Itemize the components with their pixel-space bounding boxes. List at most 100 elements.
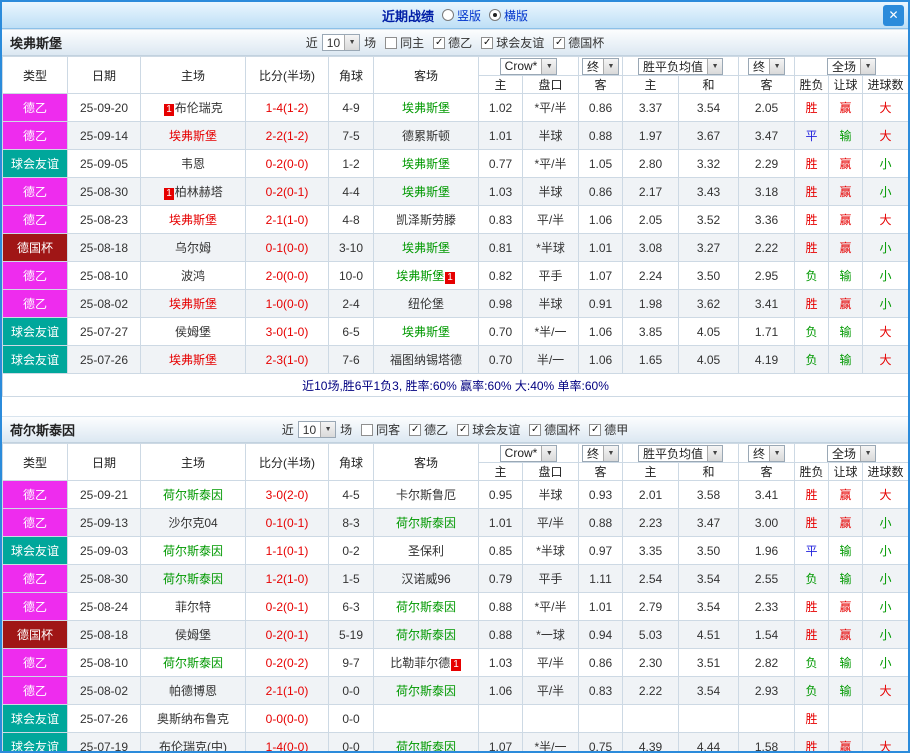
team-section: 埃弗斯堡近 10 ▼ 场同主 ✓ 德乙 ✓ 球会友谊 ✓ 德国杯 类型 日期 主场 比分(半场) 角球 客场 C… xyxy=(2,29,908,397)
league-filter-checkbox[interactable]: 同主 xyxy=(385,34,424,51)
avg-odds-select[interactable]: 胜平负均值 ▼ xyxy=(638,57,724,75)
result-handicap: 赢 xyxy=(828,93,864,122)
league-filter-checkbox[interactable]: ✓ 德甲 xyxy=(589,421,628,438)
away-team-name: 凯泽斯劳滕 xyxy=(395,213,456,227)
away-team-name: 荷尔斯泰因 xyxy=(395,740,456,753)
checkbox-icon: ✓ xyxy=(433,36,446,49)
handicap-away-odds: 0.88 xyxy=(578,508,624,537)
league-filter-checkbox[interactable]: ✓ 球会友谊 xyxy=(457,421,520,438)
result-handicap: 赢 xyxy=(828,149,864,178)
radio-icon xyxy=(489,9,501,21)
team-header: 荷尔斯泰因近 10 ▼ 场同客 ✓ 德乙 ✓ 球会友谊 ✓ 德国杯 ✓ 德甲 xyxy=(2,416,908,443)
result-goals: 小 xyxy=(862,233,908,262)
league-filter-checkbox[interactable]: ✓ 球会友谊 xyxy=(481,34,544,51)
layout-radio-vertical[interactable]: 竖版 xyxy=(441,7,481,24)
avg-away-odds: 3.41 xyxy=(738,289,796,318)
avg-home-odds: 1.65 xyxy=(622,345,680,374)
league-filter-checkbox[interactable]: ✓ 德乙 xyxy=(433,34,472,51)
match-date: 25-08-02 xyxy=(67,676,141,705)
avg-draw-odds: 3.54 xyxy=(678,564,740,593)
checkbox-icon: ✓ xyxy=(529,423,542,436)
result-handicap: 输 xyxy=(828,676,864,705)
match-type-badge: 球会友谊 xyxy=(2,317,68,346)
avg-odds-select[interactable]: 胜平负均值 ▼ xyxy=(638,444,724,462)
match-row: 德乙 25-08-30 1 柏林赫塔 0-2(0-1) 4-4 埃弗斯堡 1.03 半球 0.86… xyxy=(2,177,908,206)
result-outcome: 胜 xyxy=(794,592,830,621)
home-team-name: 侯姆堡 xyxy=(174,325,211,339)
home-team-name: 韦恩 xyxy=(180,157,205,171)
results-table: 类型 日期 主场 比分(半场) 角球 客场 Crow* ▼ 终 ▼ 胜平负均值 ▼ 终 ▼ 全场 ▼ 主盘口客主… xyxy=(2,443,908,753)
handicap-line: 平/半 xyxy=(521,676,580,705)
corner-count: 5-19 xyxy=(328,620,374,649)
avg-home-odds: 2.17 xyxy=(622,177,680,206)
result-handicap xyxy=(828,704,864,733)
away-team-name: 埃弗斯堡 xyxy=(401,241,450,255)
sub-column-header: 客 xyxy=(578,462,624,481)
handicap-home-odds: 0.98 xyxy=(478,289,523,318)
avg-draw-odds: 4.44 xyxy=(678,732,740,751)
corner-count: 0-0 xyxy=(328,704,374,733)
away-team-cell: 埃弗斯堡 xyxy=(373,177,479,206)
avg-home-odds: 1.98 xyxy=(622,289,680,318)
match-type-badge: 球会友谊 xyxy=(2,536,68,565)
column-header: 角球 xyxy=(328,56,374,94)
chevron-down-icon: ▼ xyxy=(344,35,360,50)
match-date: 25-08-10 xyxy=(67,261,141,290)
section-summary: 近10场,胜6平1负3, 胜率:60% 赢率:60% 大:40% 单率:60% xyxy=(2,373,908,397)
handicap-home-odds: 1.02 xyxy=(478,93,523,122)
result-goals: 大 xyxy=(862,205,908,234)
games-count-select[interactable]: 10 ▼ xyxy=(321,34,361,51)
odds-source-select[interactable]: Crow* ▼ xyxy=(499,57,558,75)
corner-count: 7-6 xyxy=(328,345,374,374)
filter-label: 同主 xyxy=(400,36,425,50)
final-odds-select[interactable]: 终 ▼ xyxy=(582,444,620,462)
match-scope-select[interactable]: 全场 ▼ xyxy=(827,57,877,75)
home-team-cell: 侯姆堡 xyxy=(140,620,246,649)
final-avg-select-value: 终 xyxy=(753,59,766,74)
filter-label: 德国杯 xyxy=(568,36,605,50)
final-odds-select[interactable]: 终 ▼ xyxy=(582,57,620,75)
chevron-down-icon: ▼ xyxy=(541,58,557,74)
home-team-name: 柏林赫塔 xyxy=(174,185,223,199)
league-filter-checkbox[interactable]: ✓ 德乙 xyxy=(409,421,448,438)
home-team-cell: 埃弗斯堡 xyxy=(140,205,246,234)
sub-column-header: 主 xyxy=(622,462,680,481)
away-team-name: 荷尔斯泰因 xyxy=(395,684,456,698)
avg-home-odds: 4.39 xyxy=(622,732,680,751)
handicap-home-odds: 0.77 xyxy=(478,149,523,178)
away-team-name: 比勒菲尔德 xyxy=(390,656,451,670)
match-date: 25-08-24 xyxy=(67,592,141,621)
odds-source-select[interactable]: Crow* ▼ xyxy=(499,444,558,462)
avg-away-odds: 3.18 xyxy=(738,177,796,206)
match-date: 25-08-23 xyxy=(67,205,141,234)
match-type-badge: 德乙 xyxy=(2,289,68,318)
match-score: 0-2(0-1) xyxy=(245,592,329,621)
corner-count: 6-5 xyxy=(328,317,374,346)
games-count-select-value: 10 xyxy=(326,35,341,50)
avg-away-odds: 3.41 xyxy=(738,480,796,509)
league-filter-checkbox[interactable]: ✓ 德国杯 xyxy=(529,421,580,438)
away-team-cell: 纽伦堡 xyxy=(373,289,479,318)
avg-away-odds: 2.22 xyxy=(738,233,796,262)
final-avg-select[interactable]: 终 ▼ xyxy=(748,57,786,75)
handicap-away-odds: 1.06 xyxy=(578,205,624,234)
close-button[interactable]: ✕ xyxy=(883,5,904,26)
handicap-line: 平手 xyxy=(521,261,580,290)
select-header: 胜平负均值 ▼ xyxy=(622,443,740,463)
match-type-badge: 球会友谊 xyxy=(2,732,68,751)
league-filter-checkbox[interactable]: ✓ 德国杯 xyxy=(553,34,604,51)
layout-radio-horizontal[interactable]: 横版 xyxy=(489,7,528,24)
home-team-cell: 韦恩 xyxy=(140,149,246,178)
games-count-select[interactable]: 10 ▼ xyxy=(297,421,337,438)
match-date: 25-07-19 xyxy=(67,732,141,751)
result-outcome: 平 xyxy=(794,121,830,150)
handicap-away-odds: 1.06 xyxy=(578,345,624,374)
match-score: 0-2(0-2) xyxy=(245,648,329,677)
away-team-cell: 埃弗斯堡 xyxy=(373,93,479,122)
avg-away-odds: 2.55 xyxy=(738,564,796,593)
league-filter-checkbox[interactable]: 同客 xyxy=(361,421,400,438)
away-team-cell xyxy=(373,704,479,733)
final-avg-select[interactable]: 终 ▼ xyxy=(748,444,786,462)
match-scope-select[interactable]: 全场 ▼ xyxy=(827,444,877,462)
away-team-cell: 德累斯顿 xyxy=(373,121,479,150)
